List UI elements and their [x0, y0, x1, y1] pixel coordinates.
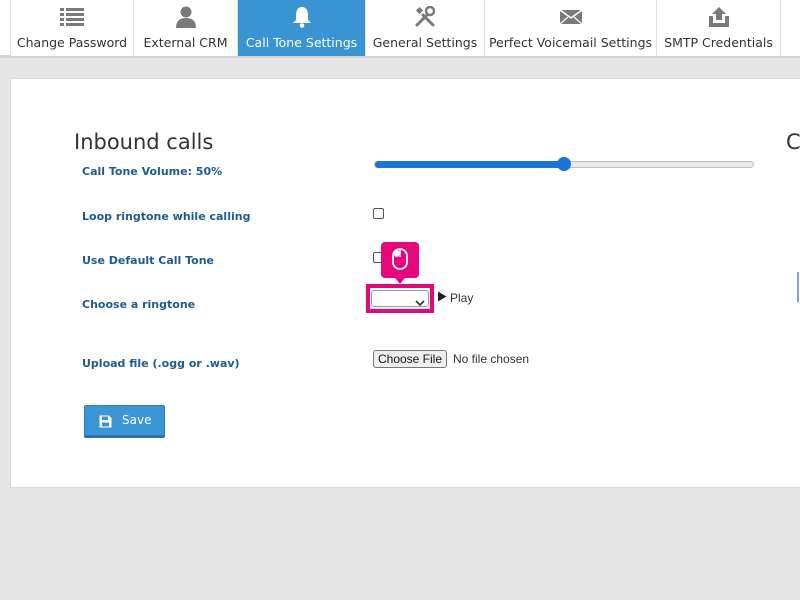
loop-ringtone-label: Loop ringtone while calling: [82, 210, 251, 223]
slider-fill: [375, 161, 564, 168]
tab-more[interactable]: [781, 0, 800, 56]
tab-label: General Settings: [372, 35, 478, 50]
tab-smtp-credentials[interactable]: SMTP Credentials: [657, 0, 781, 56]
slider-thumb[interactable]: [557, 157, 571, 171]
tab-label: Change Password: [16, 35, 128, 50]
mouse-icon: [392, 248, 408, 275]
file-status-text: No file chosen: [453, 352, 530, 366]
tab-change-password[interactable]: Change Password: [10, 0, 134, 56]
settings-tabs: Change Password External CRM Call Tone S…: [0, 0, 800, 58]
bell-icon: [290, 6, 314, 28]
choose-file-button[interactable]: Choose File: [373, 350, 447, 368]
inbound-calls-title: Inbound calls: [74, 130, 214, 154]
upload-file-label: Upload file (.ogg or .wav): [82, 357, 240, 370]
tab-external-crm[interactable]: External CRM: [134, 0, 238, 56]
call-tone-volume-slider[interactable]: [374, 157, 754, 171]
tab-label: Perfect Voicemail Settings: [488, 35, 653, 50]
choose-ringtone-label: Choose a ringtone: [82, 298, 196, 311]
loop-ringtone-checkbox[interactable]: [373, 208, 384, 219]
user-icon: [174, 6, 198, 28]
tab-call-tone-settings[interactable]: Call Tone Settings: [238, 0, 366, 56]
tab-label: External CRM: [143, 35, 228, 50]
mouse-click-marker: [381, 242, 419, 284]
play-icon: [437, 291, 447, 305]
outbound-calls-title: C: [786, 130, 800, 154]
call-tone-volume-label: Call Tone Volume: 50%: [82, 165, 223, 178]
tab-label: Call Tone Settings: [245, 35, 358, 50]
click-highlight-box: [366, 284, 434, 313]
upload-icon: [707, 6, 731, 28]
tab-perfect-voicemail-settings[interactable]: Perfect Voicemail Settings: [485, 0, 657, 56]
envelope-icon: [559, 6, 583, 28]
tools-icon: [413, 6, 437, 28]
tab-label: SMTP Credentials: [664, 35, 773, 50]
play-label: Play: [450, 291, 474, 305]
tab-general-settings[interactable]: General Settings: [366, 0, 485, 56]
save-label: Save: [122, 413, 152, 427]
play-button[interactable]: Play: [437, 291, 473, 305]
use-default-tone-label: Use Default Call Tone: [82, 254, 215, 267]
list-icon: [60, 6, 84, 28]
floppy-disk-icon: [99, 415, 112, 431]
save-button[interactable]: Save: [84, 405, 165, 436]
